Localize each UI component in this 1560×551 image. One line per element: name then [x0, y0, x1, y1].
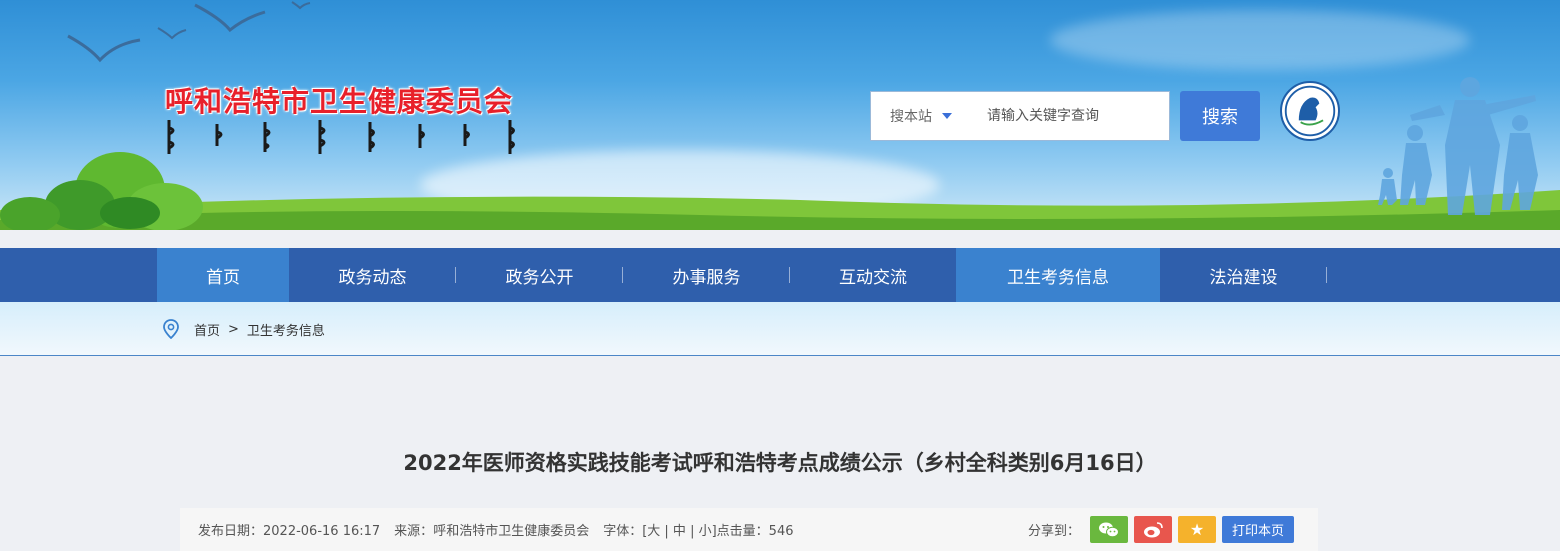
nav-item-label: 法治建设: [1209, 267, 1278, 288]
site-header: 呼和浩特市卫生健康委员会 搜本站 搜索: [0, 0, 1560, 230]
horse-emblem-logo[interactable]: [1280, 81, 1340, 141]
font-size-options[interactable]: [大 | 中 | 小]: [642, 524, 716, 539]
weibo-icon: [1143, 521, 1163, 537]
nav-item-label: 政务公开: [505, 267, 574, 288]
nav-item-government-news[interactable]: 政务动态: [289, 248, 456, 302]
breadcrumb-home-link[interactable]: 首页: [194, 320, 220, 339]
search-box: 搜本站: [870, 91, 1170, 141]
nav-item-label: 互动交流: [839, 267, 907, 288]
article-meta-bar: 发布日期：2022-06-16 16:17 来源：呼和浩特市卫生健康委员会 字体…: [180, 508, 1318, 551]
nav-item-label: 政务动态: [338, 267, 407, 288]
search-scope-label: 搜本站: [890, 109, 932, 125]
article-source: 来源：呼和浩特市卫生健康委员会: [394, 520, 589, 539]
share-toolbar: 分享到： ★ 打印本页: [1028, 516, 1294, 543]
star-icon: ★: [1189, 520, 1205, 539]
publish-date-value: 2022-06-16 16:17: [263, 524, 381, 539]
nav-item-health-exam-info[interactable]: 卫生考务信息: [956, 248, 1160, 302]
breadcrumb-current-link[interactable]: 卫生考务信息: [247, 320, 325, 339]
nav-item-label: 首页: [206, 267, 240, 288]
cloud-decoration: [1050, 10, 1470, 70]
font-size-control[interactable]: 字体：[大 | 中 | 小]: [603, 520, 716, 539]
site-title[interactable]: 呼和浩特市卫生健康委员会: [165, 80, 513, 120]
wechat-icon: [1098, 522, 1119, 537]
search-scope-select[interactable]: 搜本站: [871, 92, 971, 140]
breadcrumb-bar: 首页 > 卫生考务信息: [0, 302, 1560, 356]
nav-item-label: 卫生考务信息: [1007, 267, 1109, 288]
nav-item-home[interactable]: 首页: [157, 248, 289, 302]
nav-item-interaction[interactable]: 互动交流: [790, 248, 956, 302]
mongolian-script-logo: [167, 120, 515, 154]
font-size-label: 字体：: [603, 524, 643, 539]
grass-decoration: [0, 190, 1560, 230]
share-label: 分享到：: [1027, 524, 1080, 539]
nav-item-services[interactable]: 办事服务: [623, 248, 790, 302]
main-nav: 首页 政务动态 政务公开 办事服务 互动交流 卫生考务信息 法治建设: [0, 248, 1560, 302]
children-silhouette-decoration: [1378, 77, 1538, 215]
publish-date: 发布日期：2022-06-16 16:17: [198, 520, 380, 539]
location-pin-icon: [163, 319, 179, 339]
breadcrumb-separator: >: [228, 321, 239, 337]
source-value: 呼和浩特市卫生健康委员会: [433, 524, 590, 539]
click-count: 点击量：546: [717, 520, 794, 539]
search-input[interactable]: [971, 92, 1169, 140]
article-title: 2022年医师资格实践技能考试呼和浩特考点成绩公示（乡村全科类别6月16日）: [403, 451, 1157, 475]
nav-item-rule-of-law[interactable]: 法治建设: [1160, 248, 1327, 302]
print-button[interactable]: 打印本页: [1221, 516, 1294, 543]
nav-item-label: 办事服务: [672, 267, 741, 288]
source-label: 来源：: [394, 524, 434, 539]
chevron-down-icon: [942, 113, 952, 119]
search-button[interactable]: 搜索: [1180, 91, 1260, 141]
birds-decoration: [67, 1, 311, 63]
publish-date-label: 发布日期：: [198, 524, 264, 539]
click-count-value: 546: [768, 524, 794, 539]
breadcrumb: 首页 > 卫生考务信息: [162, 302, 325, 356]
share-wechat-button[interactable]: [1089, 516, 1128, 543]
nav-item-government-disclosure[interactable]: 政务公开: [456, 248, 623, 302]
click-count-label: 点击量：: [716, 524, 769, 539]
share-weibo-button[interactable]: [1133, 516, 1172, 543]
favorite-button[interactable]: ★: [1177, 516, 1216, 543]
nav-divider: [1326, 267, 1327, 283]
